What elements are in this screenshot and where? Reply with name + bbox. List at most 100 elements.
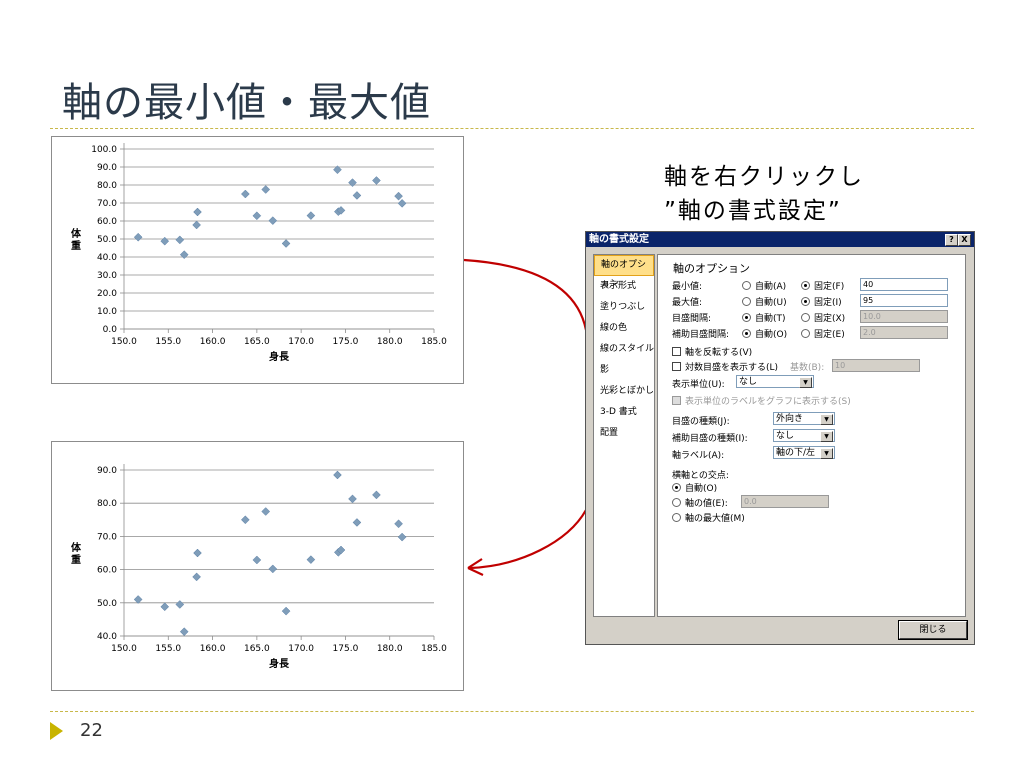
data-point	[193, 548, 202, 558]
radio-icon	[742, 297, 751, 306]
help-button[interactable]: ?	[945, 234, 958, 246]
major-label: 目盛間隔:	[672, 314, 712, 324]
radio-icon	[672, 498, 681, 507]
major-tick-label: 目盛の種類(J):	[672, 417, 730, 427]
sidebar-item-axis-options[interactable]: 軸のオプション	[594, 255, 654, 289]
major-fixed-radio[interactable]: 固定(X)	[801, 311, 845, 324]
radio-label: 自動(T)	[755, 314, 786, 324]
data-point	[252, 555, 262, 565]
x-tick-label: 180.0	[377, 644, 403, 654]
axis-labels-select[interactable]: 軸の下/左 ▼	[773, 446, 835, 459]
x-tick-label: 160.0	[200, 337, 226, 347]
minor-tick-select[interactable]: なし ▼	[773, 429, 835, 442]
sidebar-item-glow[interactable]: 光彩とぼかし	[594, 381, 654, 402]
sidebar-item-shadow[interactable]: 影	[594, 360, 654, 381]
max-value-input[interactable]: 95	[860, 294, 948, 307]
scatter-chart-full-range[interactable]: 0.0 10.0 20.0 30.0 40.0 50.0 60.0 70.0 80.0 90.0 1…	[51, 136, 464, 384]
max-fixed-radio[interactable]: 固定(I)	[801, 295, 842, 308]
min-fixed-radio[interactable]: 固定(F)	[801, 279, 844, 292]
axis-options-pane: 軸のオプション 最小値: 自動(A) 固定(F) 40 最大値: 自動(U) 固…	[657, 254, 966, 617]
y-axis-title: 体	[71, 227, 82, 240]
data-point	[175, 235, 185, 245]
radio-icon	[801, 313, 810, 322]
major-value-input[interactable]: 10.0	[860, 310, 948, 323]
show-units-checkbox[interactable]: 表示単位のラベルをグラフに表示する(S)	[672, 394, 851, 407]
min-value-input[interactable]: 40	[860, 278, 948, 291]
x-tick-label: 185.0	[421, 644, 447, 654]
format-axis-dialog: 軸の書式設定 ? X 軸のオプション 表示形式 塗りつぶし 線の色 線のスタイル…	[585, 231, 975, 645]
minor-label: 補助目盛間隔:	[672, 330, 730, 340]
data-point	[352, 518, 362, 527]
max-label: 最大値:	[672, 298, 703, 308]
radio-label: 自動(A)	[755, 282, 787, 292]
base-input[interactable]: 10	[832, 359, 920, 372]
y-tick-label: 100.0	[91, 145, 117, 155]
y-tick-label: 90.0	[97, 163, 117, 173]
checkbox-label: 表示単位のラベルをグラフに表示する(S)	[685, 397, 851, 407]
data-point	[179, 627, 189, 637]
y-tick-label: 10.0	[97, 307, 117, 317]
cross-value-radio[interactable]: 軸の値(E):	[672, 496, 728, 509]
data-point	[261, 507, 271, 516]
sidebar-item-line-style[interactable]: 線のスタイル	[594, 339, 654, 360]
y-tick-label: 90.0	[97, 466, 117, 476]
cross-title: 横軸との交点:	[672, 471, 729, 481]
display-units-select[interactable]: なし ▼	[736, 375, 814, 388]
cross-value-input[interactable]: 0.0	[741, 495, 829, 508]
data-point	[240, 189, 250, 199]
log-scale-checkbox[interactable]: 対数目盛を表示する(L)	[672, 360, 778, 373]
y-axis-title: 重	[71, 553, 81, 566]
x-tick-label: 170.0	[288, 337, 314, 347]
radio-label: 固定(I)	[814, 298, 842, 308]
cross-max-radio[interactable]: 軸の最大値(M)	[672, 511, 745, 524]
dialog-titlebar[interactable]: 軸の書式設定 ? X	[586, 232, 974, 247]
minor-value-input[interactable]: 2.0	[860, 326, 948, 339]
radio-icon	[801, 329, 810, 338]
select-value: 軸の下/左	[776, 448, 816, 458]
max-auto-radio[interactable]: 自動(U)	[742, 295, 787, 308]
sidebar-item-fill[interactable]: 塗りつぶし	[594, 297, 654, 318]
x-tick-label: 180.0	[377, 337, 403, 347]
checkbox-label: 対数目盛を表示する(L)	[685, 363, 779, 373]
radio-icon	[742, 329, 751, 338]
min-auto-radio[interactable]: 自動(A)	[742, 279, 786, 292]
x-axis-title: 身長	[269, 657, 290, 670]
data-point	[397, 532, 407, 542]
x-tick-label: 170.0	[288, 644, 314, 654]
dialog-title: 軸の書式設定	[589, 234, 649, 245]
minor-auto-radio[interactable]: 自動(O)	[742, 327, 787, 340]
radio-icon	[801, 281, 810, 290]
scatter-chart-adjusted-range[interactable]: 40.0 50.0 60.0 70.0 80.0 90.0 150.0 155.0 160.0 1…	[51, 441, 464, 691]
sidebar-item-3d-format[interactable]: 3-D 書式	[594, 402, 654, 423]
sidebar-item-line-color[interactable]: 線の色	[594, 318, 654, 339]
major-auto-radio[interactable]: 自動(T)	[742, 311, 786, 324]
close-button[interactable]: 閉じる	[898, 620, 968, 640]
close-x-button[interactable]: X	[958, 234, 971, 246]
minor-fixed-radio[interactable]: 固定(E)	[801, 327, 845, 340]
dialog-sidebar: 軸のオプション 表示形式 塗りつぶし 線の色 線のスタイル 影 光彩とぼかし 3…	[593, 254, 655, 617]
cross-auto-radio[interactable]: 自動(O)	[672, 481, 717, 494]
x-tick-label: 185.0	[421, 337, 447, 347]
base-label: 基数(B):	[790, 363, 825, 373]
sidebar-item-alignment[interactable]: 配置	[594, 423, 654, 444]
major-tick-select[interactable]: 外向き ▼	[773, 412, 835, 425]
reverse-checkbox[interactable]: 軸を反転する(V)	[672, 345, 752, 358]
y-tick-label: 40.0	[97, 632, 117, 642]
data-point	[192, 572, 201, 582]
x-tick-label: 175.0	[333, 337, 359, 347]
sidebar-item-number[interactable]: 表示形式	[594, 276, 654, 297]
y-tick-label: 60.0	[97, 217, 117, 227]
data-point	[261, 185, 271, 194]
display-units-label: 表示単位(U):	[672, 380, 725, 390]
callout-line-1: 軸を右クリックし	[664, 164, 864, 190]
data-point	[160, 602, 170, 612]
data-point	[348, 178, 357, 188]
radio-icon	[742, 313, 751, 322]
radio-label: 自動(O)	[755, 330, 788, 340]
y-axis-title: 体	[71, 541, 82, 554]
data-point	[268, 216, 278, 225]
x-axis-title: 身長	[269, 350, 290, 363]
y-tick-label: 70.0	[97, 532, 117, 542]
min-label: 最小値:	[672, 282, 703, 292]
checkbox-icon	[672, 362, 681, 371]
